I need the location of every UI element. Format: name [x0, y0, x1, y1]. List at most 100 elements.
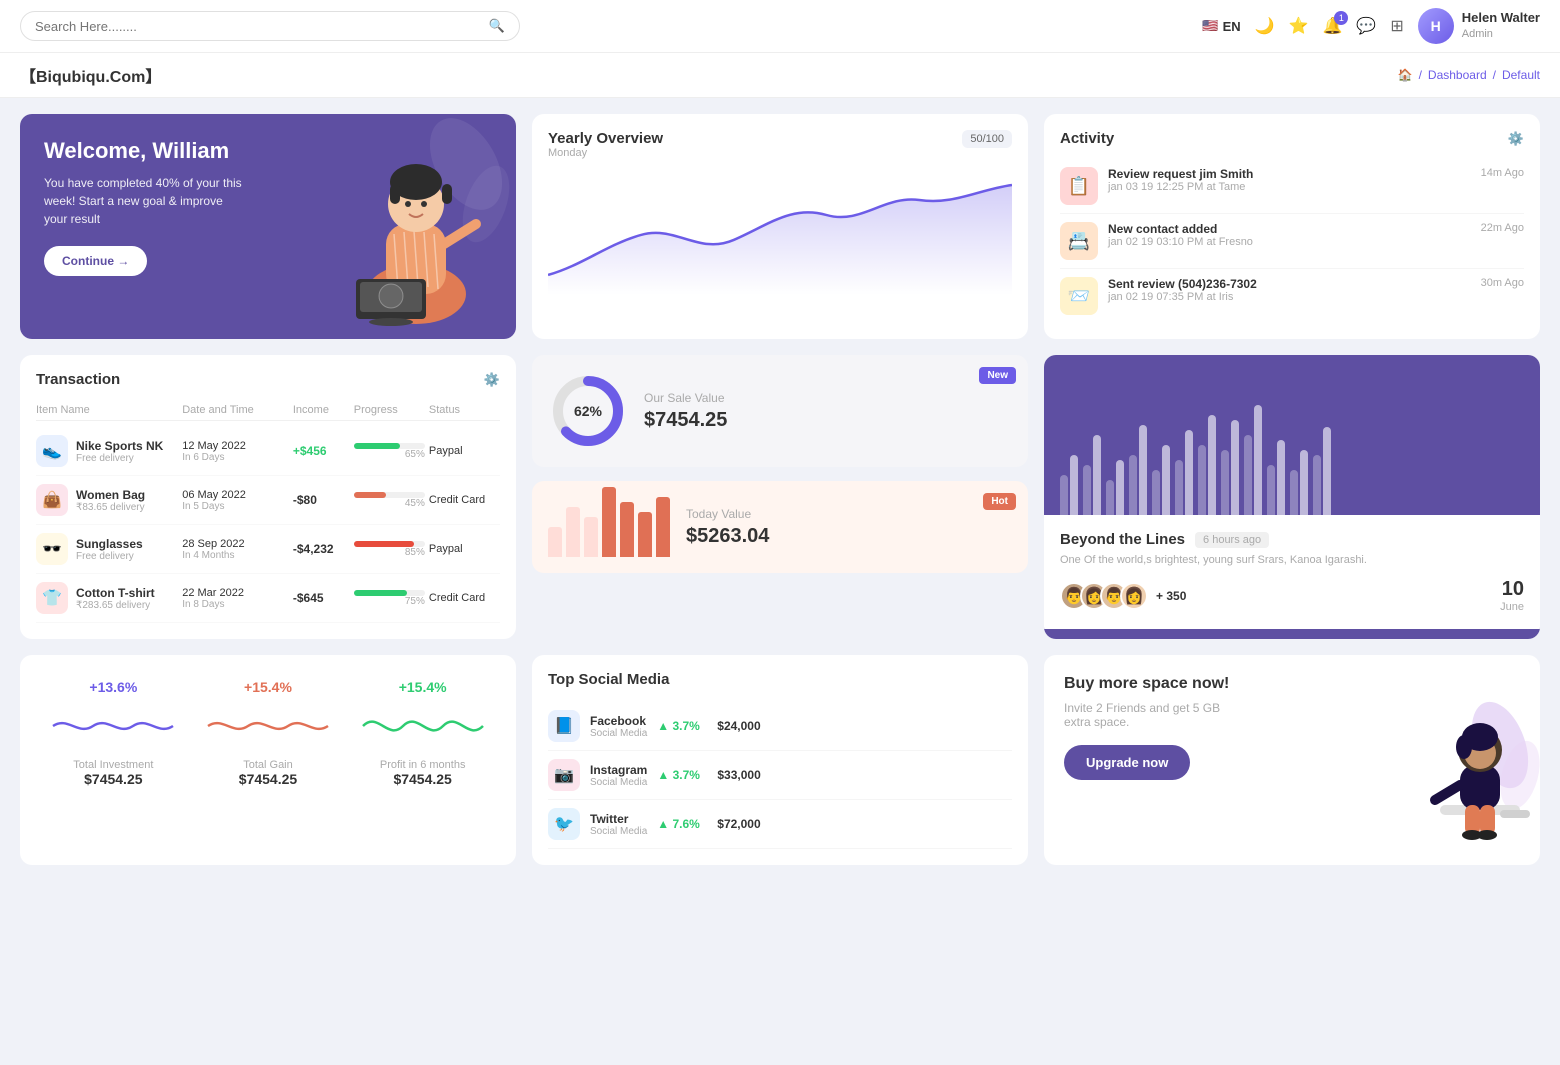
- sale-hot-badge: Hot: [983, 493, 1016, 510]
- donut-chart: 62%: [548, 371, 628, 451]
- tx-status: Paypal: [429, 543, 500, 555]
- tx-icon: 👟: [36, 435, 68, 467]
- activity-info: New contact added jan 02 19 03:10 PM at …: [1108, 222, 1471, 248]
- expand-icon[interactable]: ⊞: [1390, 16, 1403, 36]
- yearly-overview-day: Monday: [548, 147, 663, 159]
- transaction-col-headers: Item Name Date and Time Income Progress …: [36, 400, 500, 421]
- bar-mini-item: [602, 487, 616, 557]
- stats-inner: +13.6% Total Investment $7454.25 +15.4% …: [36, 671, 500, 795]
- tx-item-name: Sunglasses: [76, 537, 143, 551]
- social-change: ▲ 3.7%: [657, 768, 707, 782]
- beyond-bar: [1208, 415, 1216, 515]
- tx-item-sub: ₹83.65 delivery: [76, 502, 145, 513]
- sale-new-card: New 62% Our Sale Value $7454.25: [532, 355, 1028, 467]
- social-name: Twitter: [590, 812, 647, 826]
- beyond-bar: [1139, 425, 1147, 515]
- donut-label: 62%: [574, 403, 602, 419]
- table-row: 👜 Women Bag ₹83.65 delivery 06 May 2022 …: [36, 476, 500, 525]
- continue-button[interactable]: Continue →: [44, 246, 147, 276]
- activity-item-title: New contact added: [1108, 222, 1471, 236]
- beyond-plus-count: + 350: [1156, 589, 1186, 603]
- yearly-overview-chart: [548, 175, 1012, 295]
- sale-cards: New 62% Our Sale Value $7454.25 Hot Toda…: [532, 355, 1028, 639]
- search-input[interactable]: [35, 19, 481, 34]
- social-title: Top Social Media: [548, 671, 1012, 688]
- beyond-bar: [1254, 405, 1262, 515]
- breadcrumb-bar: 【Biqubiqu.Com】 🏠 / Dashboard / Default: [0, 53, 1560, 98]
- beyond-title-row: Beyond the Lines 6 hours ago: [1060, 531, 1524, 548]
- activity-item: 📇 New contact added jan 02 19 03:10 PM a…: [1060, 214, 1524, 269]
- progress-label: 85%: [354, 547, 425, 558]
- beyond-bar: [1175, 460, 1183, 515]
- sale-new-badge: New: [979, 367, 1016, 384]
- stat-item: +15.4% Profit in 6 months $7454.25: [345, 671, 500, 795]
- activity-item-sub: jan 02 19 03:10 PM at Fresno: [1108, 236, 1471, 248]
- beyond-bar: [1323, 427, 1331, 515]
- social-name: Instagram: [590, 763, 647, 777]
- beyond-bar-group: [1290, 450, 1308, 515]
- beyond-bar: [1198, 445, 1206, 515]
- bar-mini-item: [656, 497, 670, 557]
- beyond-bar-group: [1244, 405, 1262, 515]
- yearly-overview-card: Yearly Overview Monday 50/100: [532, 114, 1028, 339]
- bookmark-icon[interactable]: ⭐: [1289, 16, 1309, 36]
- bar-mini-item: [584, 517, 598, 557]
- tx-icon: 👜: [36, 484, 68, 516]
- stat-label: Total Investment: [48, 759, 179, 771]
- search-bar[interactable]: 🔍: [20, 11, 520, 41]
- avatar: H: [1418, 8, 1454, 44]
- dark-mode-icon[interactable]: 🌙: [1255, 16, 1275, 36]
- tx-item-name: Women Bag: [76, 488, 145, 502]
- activity-list: 📋 Review request jim Smith jan 03 19 12:…: [1060, 159, 1524, 323]
- tx-date: 06 May 2022: [182, 489, 289, 501]
- breadcrumb: 🏠 / Dashboard / Default: [1398, 68, 1540, 82]
- tx-date-sub: In 4 Months: [182, 550, 289, 561]
- social-icon-ig: 📷: [548, 759, 580, 791]
- home-icon[interactable]: 🏠: [1398, 68, 1413, 82]
- site-logo: 【Biqubiqu.Com】: [20, 63, 161, 87]
- activity-item: 📋 Review request jim Smith jan 03 19 12:…: [1060, 159, 1524, 214]
- bar-mini-item: [548, 527, 562, 557]
- transaction-card: Transaction ⚙️ Item Name Date and Time I…: [20, 355, 516, 639]
- beyond-chart: [1044, 355, 1540, 515]
- tx-item-name: Nike Sports NK: [76, 439, 163, 453]
- sale-hot-info: Today Value $5263.04: [686, 507, 769, 548]
- social-item: 📘 Facebook Social Media ▲ 3.7% $24,000: [548, 702, 1012, 751]
- transaction-settings-icon[interactable]: ⚙️: [484, 372, 500, 388]
- activity-settings-icon[interactable]: ⚙️: [1508, 131, 1524, 147]
- message-icon[interactable]: 💬: [1356, 16, 1376, 36]
- beyond-month: June: [1500, 601, 1524, 613]
- avatars: 👨 👩 👨 👩: [1060, 582, 1148, 610]
- user-menu[interactable]: H Helen Walter Admin: [1418, 8, 1540, 44]
- buy-illustration: [1390, 715, 1540, 865]
- social-change: ▲ 7.6%: [657, 817, 707, 831]
- transaction-title: Transaction: [36, 371, 120, 388]
- beyond-bar-group: [1221, 420, 1239, 515]
- activity-thumb: 📇: [1060, 222, 1098, 260]
- notification-icon[interactable]: 🔔 1: [1322, 16, 1342, 36]
- stat-label: Profit in 6 months: [357, 759, 488, 771]
- beyond-bar: [1083, 465, 1091, 515]
- breadcrumb-dashboard[interactable]: Dashboard: [1428, 68, 1487, 82]
- beyond-time-ago: 6 hours ago: [1195, 532, 1269, 548]
- transaction-header: Transaction ⚙️: [36, 371, 500, 388]
- sale-new-value: $7454.25: [644, 409, 727, 432]
- stat-percent: +15.4%: [357, 679, 488, 695]
- bar-chart-mini: [548, 497, 670, 557]
- upgrade-button[interactable]: Upgrade now: [1064, 745, 1190, 780]
- bar-mini-item: [620, 502, 634, 557]
- sale-new-label: Our Sale Value: [644, 391, 727, 405]
- buy-space-card: Buy more space now! Invite 2 Friends and…: [1044, 655, 1540, 865]
- activity-info: Sent review (504)236-7302 jan 02 19 07:3…: [1108, 277, 1471, 303]
- activity-item-time: 14m Ago: [1481, 167, 1524, 179]
- beyond-bar-group: [1198, 415, 1216, 515]
- activity-item-title: Sent review (504)236-7302: [1108, 277, 1471, 291]
- tx-item-cell: 👜 Women Bag ₹83.65 delivery: [36, 484, 178, 516]
- beyond-bar: [1152, 470, 1160, 515]
- yearly-overview-badge: 50/100: [962, 130, 1012, 148]
- top-navbar: 🔍 🇺🇸 EN 🌙 ⭐ 🔔 1 💬 ⊞ H Helen Walter Admin: [0, 0, 1560, 53]
- stat-value: $7454.25: [203, 771, 334, 787]
- tx-date-sub: In 8 Days: [182, 599, 289, 610]
- beyond-bar: [1300, 450, 1308, 515]
- language-selector[interactable]: 🇺🇸 EN: [1202, 18, 1240, 34]
